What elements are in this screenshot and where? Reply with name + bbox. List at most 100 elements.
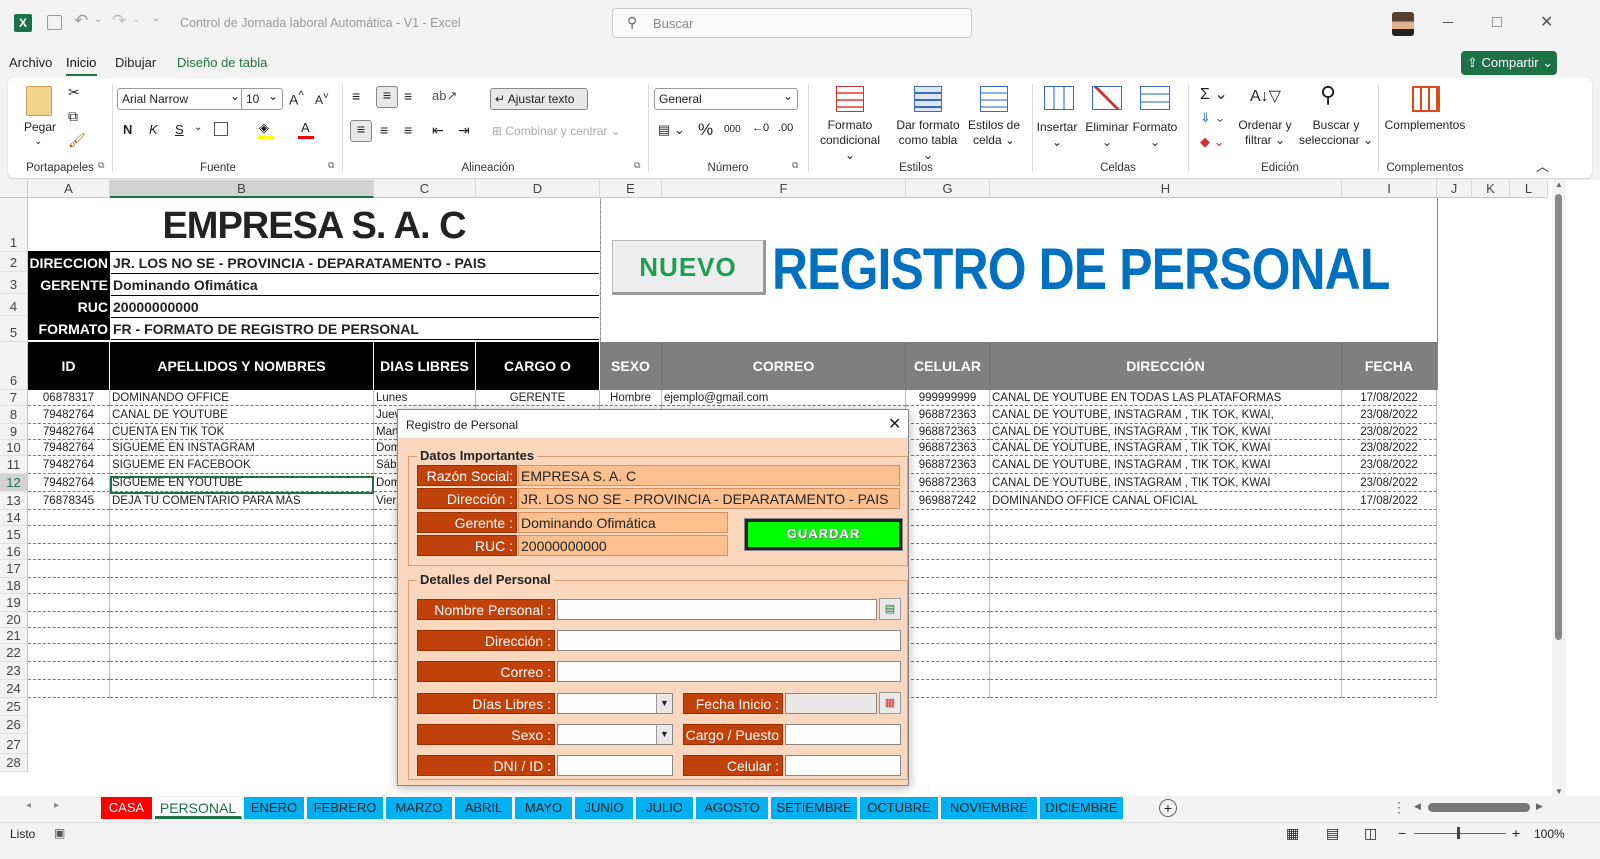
decrease-indent-icon[interactable]: ⇤ (432, 122, 444, 139)
table-cell[interactable]: DOMINANDO OFFICE CANAL OFICIAL (990, 492, 1342, 510)
table-cell[interactable] (1342, 578, 1437, 594)
merge-center-button[interactable]: ⊞ Combinar y centrar ⌄ (492, 124, 621, 138)
align-middle-icon[interactable]: ≡ (376, 86, 398, 108)
table-cell[interactable]: 79482764 (28, 440, 110, 456)
table-cell[interactable]: DEJA TU COMENTARIO PARA MÁS (110, 492, 374, 510)
orientation-icon[interactable]: ab↗ (432, 88, 457, 104)
sheet-tab-personal[interactable]: PERSONAL (155, 797, 242, 819)
correo-input[interactable] (557, 661, 901, 682)
close-icon[interactable]: ✕ (1540, 12, 1553, 32)
paste-icon[interactable] (26, 86, 52, 116)
table-cell[interactable] (990, 560, 1342, 578)
row-header-12[interactable]: 12 (0, 474, 28, 492)
font-size-combo[interactable]: 10 (241, 88, 283, 110)
table-cell[interactable] (110, 644, 374, 662)
sheet-tab-abril[interactable]: ABRIL (455, 797, 513, 819)
customize-toolbar-icon[interactable]: ⌄ (152, 13, 160, 24)
numero-launcher-icon[interactable]: ⧉ (792, 160, 798, 171)
table-cell[interactable]: CANAL DE YOUTUBE, INSTAGRAM , TIK TOK, K… (990, 474, 1342, 492)
row-header-26[interactable]: 26 (0, 716, 28, 734)
table-cell[interactable]: CANAL DE YOUTUBE, INSTAGRAM , TIK TOK, K… (990, 424, 1342, 440)
direccion-input[interactable] (557, 630, 901, 651)
underline-button[interactable]: S (175, 122, 184, 137)
addins-button[interactable]: Complementos (1384, 118, 1466, 133)
table-cell[interactable] (28, 578, 110, 594)
tabs-menu-icon[interactable]: ⋮ (1392, 799, 1406, 816)
percent-button[interactable]: % (698, 120, 713, 140)
table-cell[interactable] (990, 544, 1342, 560)
alineacion-launcher-icon[interactable]: ⧉ (634, 160, 640, 171)
column-header-h[interactable]: H (990, 180, 1342, 198)
accounting-icon[interactable]: ▤ ⌄ (658, 122, 685, 138)
format-cells-icon[interactable] (1140, 86, 1170, 110)
copy-icon[interactable]: ⧉ (68, 108, 78, 125)
nombre-picker-icon[interactable]: ▤ (879, 598, 901, 620)
table-cell[interactable]: CANAL DE YOUTUBE (110, 406, 374, 424)
sort-filter-icon[interactable]: A↓▽ (1250, 86, 1281, 106)
row-header-2[interactable]: 2 (0, 252, 28, 272)
table-cell[interactable] (110, 578, 374, 594)
razon-value[interactable]: EMPRESA S. A. C (518, 465, 900, 486)
table-cell[interactable] (110, 628, 374, 644)
table-cell[interactable]: 76878345 (28, 492, 110, 510)
table-cell[interactable] (990, 612, 1342, 628)
table-cell[interactable]: SIGUEME EN FACEBOOK (110, 456, 374, 474)
undo-icon[interactable]: ↶ (74, 11, 88, 31)
table-cell[interactable] (110, 544, 374, 560)
table-cell[interactable] (110, 510, 374, 526)
zoom-out-icon[interactable]: − (1398, 825, 1406, 841)
page-layout-icon[interactable]: ▤ (1326, 825, 1339, 842)
table-cell[interactable] (906, 680, 990, 698)
accessibility-icon[interactable]: ▣ (54, 826, 65, 840)
row-header-8[interactable]: 8 (0, 406, 28, 424)
column-header-e[interactable]: E (600, 180, 662, 198)
table-header-2[interactable]: DIAS LIBRES (374, 342, 476, 390)
nombre-input[interactable] (557, 599, 877, 620)
table-cell[interactable]: ejemplo@gmail.com (662, 390, 906, 406)
row-header-1[interactable]: 1 (0, 198, 28, 252)
column-header-l[interactable]: L (1510, 180, 1548, 198)
table-cell[interactable] (906, 628, 990, 644)
redo-icon[interactable]: ↷ (112, 11, 126, 31)
table-cell[interactable] (28, 644, 110, 662)
row-header-10[interactable]: 10 (0, 440, 28, 456)
table-cell[interactable] (1342, 594, 1437, 612)
menu-archivo[interactable]: Archivo (9, 55, 52, 70)
table-cell[interactable]: DOMINANDO OFFICE (110, 390, 374, 406)
sheet-tab-junio[interactable]: JUNIO (575, 797, 634, 819)
cut-icon[interactable]: ✂ (68, 84, 80, 101)
wrap-text-button[interactable]: ↵ Ajustar texto (490, 88, 588, 110)
table-cell[interactable]: 23/08/2022 (1342, 440, 1437, 456)
table-cell[interactable] (110, 662, 374, 680)
table-cell[interactable] (906, 560, 990, 578)
vertical-scrollbar[interactable]: ▲ ▼ (1552, 180, 1566, 800)
zoom-slider-thumb[interactable] (1457, 827, 1460, 839)
table-cell[interactable] (28, 680, 110, 698)
table-cell[interactable] (1342, 560, 1437, 578)
menu-diseno-tabla[interactable]: Diseño de tabla (177, 55, 267, 70)
table-cell[interactable] (1342, 510, 1437, 526)
row-header-28[interactable]: 28 (0, 754, 28, 772)
page-break-icon[interactable]: ◫ (1364, 825, 1377, 842)
table-header-1[interactable]: APELLIDOS Y NOMBRES (110, 342, 374, 390)
table-cell[interactable]: 968872363 (906, 424, 990, 440)
column-header-c[interactable]: C (374, 180, 476, 198)
sheet-tab-noviembre[interactable]: NOVIEMBRE (941, 797, 1038, 819)
increase-decimal-icon[interactable]: ←0 (752, 122, 769, 134)
table-header-6[interactable]: CELULAR (906, 342, 990, 390)
column-header-f[interactable]: F (662, 180, 906, 198)
column-header-i[interactable]: I (1342, 180, 1437, 198)
table-cell[interactable]: CUENTA EN TIK TOK (110, 424, 374, 440)
row-header-24[interactable]: 24 (0, 680, 28, 698)
row-header-21[interactable]: 21 (0, 628, 28, 644)
grow-font-icon[interactable]: A^ (289, 89, 304, 108)
table-header-4[interactable]: SEXO (600, 342, 662, 390)
fill-icon[interactable]: ⇓ ⌄ (1200, 110, 1225, 126)
calendar-icon[interactable]: ▦ (879, 692, 901, 714)
info-value-1[interactable]: Dominando Ofimática (111, 274, 599, 296)
table-cell[interactable]: Lunes (374, 390, 476, 406)
sheet-tab-enero[interactable]: ENERO (244, 797, 305, 819)
insert-button[interactable]: Insertar ⌄ (1032, 120, 1082, 150)
gerente-value[interactable]: Dominando Ofimática (518, 512, 728, 533)
table-cell[interactable]: 968872363 (906, 456, 990, 474)
